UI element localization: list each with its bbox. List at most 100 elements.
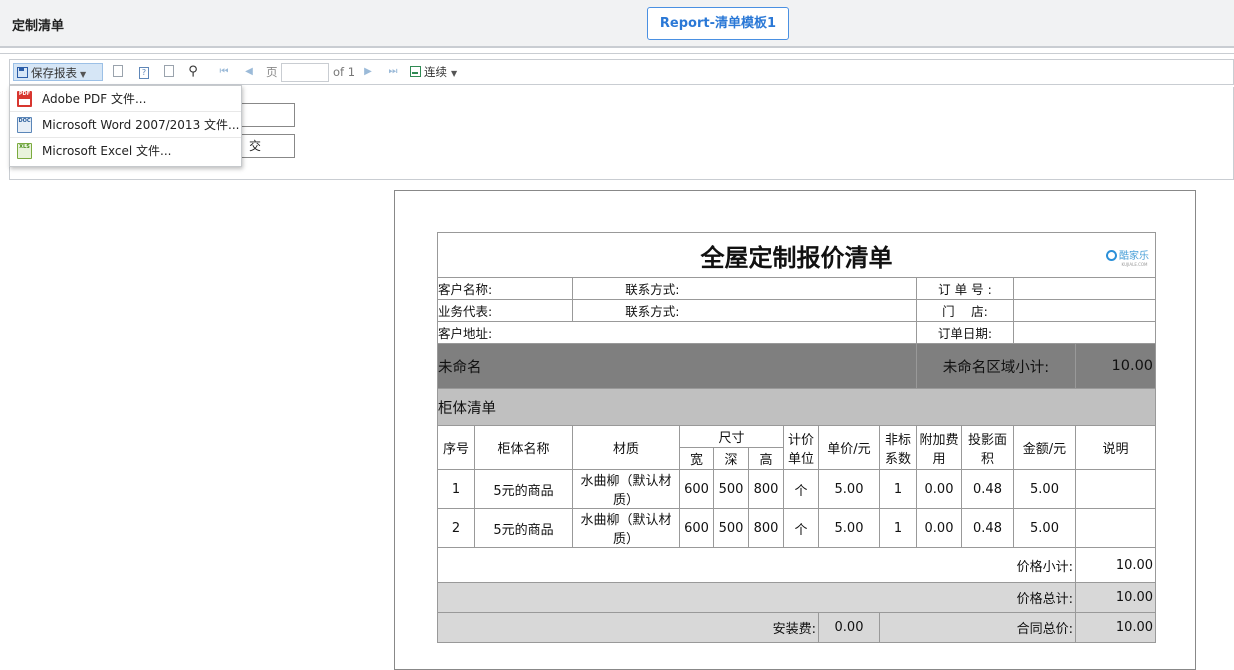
order-date-value [1012, 321, 1157, 344]
chevron-down-icon: ▼ [80, 70, 87, 79]
cell-extra: 0.00 [916, 508, 962, 548]
cell-nonstd: 1 [879, 508, 917, 548]
parameter-input[interactable] [240, 103, 295, 127]
menu-item-excel[interactable]: XLS Microsoft Excel 文件... [10, 138, 241, 164]
col-header-no: 序号 [437, 425, 475, 470]
order-no-label: 订 单 号 : [916, 277, 1014, 300]
cell-material: 水曲柳（默认材质） [572, 469, 680, 509]
order-no-value [1012, 277, 1157, 300]
cell-unit-price: 5.00 [818, 469, 880, 509]
title-bar: 定制清单 Report-清单模板1 [0, 0, 1234, 48]
col-header-material: 材质 [572, 425, 680, 470]
area-subtotal-value: 10.00 [1074, 343, 1157, 389]
document-map-icon[interactable] [110, 63, 126, 81]
menu-item-word[interactable]: DOC Microsoft Word 2007/2013 文件... [10, 112, 241, 138]
col-header-amount: 金额/元 [1013, 425, 1076, 470]
cell-width: 600 [679, 508, 714, 548]
cell-unit: 个 [783, 508, 819, 548]
sales-rep-label: 业务代表: [437, 299, 573, 322]
cell-no: 1 [437, 469, 475, 509]
col-header-extra: 附加费用 [916, 425, 962, 470]
col-header-unit: 计价单位 [783, 425, 819, 470]
install-fee-label: 安装费: [437, 612, 819, 643]
cell-amount: 5.00 [1013, 469, 1076, 509]
report-title: 全屋定制报价清单 [700, 243, 893, 272]
price-total-label: 价格总计: [437, 582, 1076, 613]
price-total-value: 10.00 [1074, 582, 1157, 613]
cell-material: 水曲柳（默认材质） [572, 508, 680, 548]
area-name: 未命名 [437, 343, 917, 389]
page-count-label: of 1 [333, 65, 356, 79]
cell-unit: 个 [783, 469, 819, 509]
save-report-label: 保存报表 [31, 66, 77, 80]
kujiale-logo: 酷家乐 KUJIALE.COM [1106, 247, 1149, 267]
contact-value [679, 299, 917, 322]
template-button[interactable]: Report-清单模板1 [647, 7, 789, 40]
store-label: 门 店: [916, 299, 1014, 322]
cell-nonstd: 1 [879, 469, 917, 509]
chevron-down-icon: ▼ [451, 69, 458, 78]
area-subtotal-label: 未命名区域小计: [916, 343, 1076, 389]
cell-depth: 500 [713, 469, 749, 509]
save-report-button[interactable]: 保存报表 ▼ [13, 63, 103, 81]
word-file-icon: DOC [17, 117, 32, 133]
app-title: 定制清单 [12, 19, 65, 34]
col-header-name: 柜体名称 [474, 425, 573, 470]
last-page-icon[interactable]: ⏭ [387, 63, 399, 81]
table-row: 1 5元的商品 水曲柳（默认材质） 600 500 800 个 5.00 1 0… [437, 469, 1157, 509]
table-row: 2 5元的商品 水曲柳（默认材质） 600 500 800 个 5.00 1 0… [437, 508, 1157, 548]
price-subtotal-value: 10.00 [1074, 547, 1157, 583]
contact-label: 联系方式: [572, 277, 680, 300]
first-page-icon[interactable]: ⏮ [218, 63, 230, 81]
cell-note [1074, 469, 1157, 509]
prev-page-icon[interactable]: ◀ [243, 63, 255, 81]
help-icon[interactable]: ? [136, 63, 152, 81]
find-binoculars-icon[interactable]: ⚲ [185, 63, 201, 81]
cell-proj-area: 0.48 [961, 469, 1014, 509]
address-label: 客户地址: [437, 321, 917, 344]
contact-value [679, 277, 917, 300]
col-header-proj-area: 投影面积 [961, 425, 1014, 470]
next-page-icon[interactable]: ▶ [362, 63, 374, 81]
contact-label: 联系方式: [572, 299, 680, 322]
cell-depth: 500 [713, 508, 749, 548]
page-number-input[interactable] [281, 63, 329, 82]
cell-height: 800 [748, 469, 784, 509]
col-header-note: 说明 [1074, 425, 1157, 470]
price-subtotal-label: 价格小计: [437, 547, 1076, 583]
contract-total-value: 10.00 [1074, 612, 1157, 643]
report-toolbar: 保存报表 ▼ ? ⚲ ⏮ ◀ 页 of 1 ▶ ⏭ 连续 ▼ [9, 59, 1234, 85]
store-value [1012, 299, 1157, 322]
cell-unit-price: 5.00 [818, 508, 880, 548]
section-title: 柜体清单 [436, 388, 1157, 426]
page-label: 页 [266, 65, 278, 79]
logo-icon [1106, 250, 1118, 261]
menu-item-label: Microsoft Excel 文件... [42, 144, 172, 158]
col-header-size: 尺寸 [679, 425, 784, 448]
pdf-file-icon: PDF [17, 91, 32, 107]
cell-name: 5元的商品 [474, 469, 573, 509]
submit-button[interactable]: 交 [240, 134, 295, 158]
cell-amount: 5.00 [1013, 508, 1076, 548]
save-format-menu: PDF Adobe PDF 文件... DOC Microsoft Word 2… [9, 85, 242, 167]
cell-extra: 0.00 [916, 469, 962, 509]
cell-width: 600 [679, 469, 714, 509]
col-header-height: 高 [748, 447, 784, 470]
menu-item-label: Microsoft Word 2007/2013 文件... [42, 118, 240, 132]
col-header-depth: 深 [713, 447, 749, 470]
cell-name: 5元的商品 [474, 508, 573, 548]
order-date-label: 订单日期: [916, 321, 1014, 344]
col-header-unit-price: 单价/元 [818, 425, 880, 470]
report-title-cell: 全屋定制报价清单 酷家乐 KUJIALE.COM [436, 232, 1157, 278]
cell-height: 800 [748, 508, 784, 548]
continuous-icon [410, 66, 421, 77]
quotation-table: 全屋定制报价清单 酷家乐 KUJIALE.COM 客户名称: 联系方式: 订 单 … [436, 232, 1157, 643]
copy-icon[interactable] [161, 63, 177, 81]
menu-item-label: Adobe PDF 文件... [42, 92, 147, 106]
contract-total-label: 合同总价: [879, 612, 1076, 643]
continuous-view-button[interactable]: 连续 ▼ [410, 63, 457, 81]
menu-item-pdf[interactable]: PDF Adobe PDF 文件... [10, 86, 241, 112]
save-icon [17, 67, 28, 78]
cell-no: 2 [437, 508, 475, 548]
install-fee-value: 0.00 [818, 612, 880, 643]
